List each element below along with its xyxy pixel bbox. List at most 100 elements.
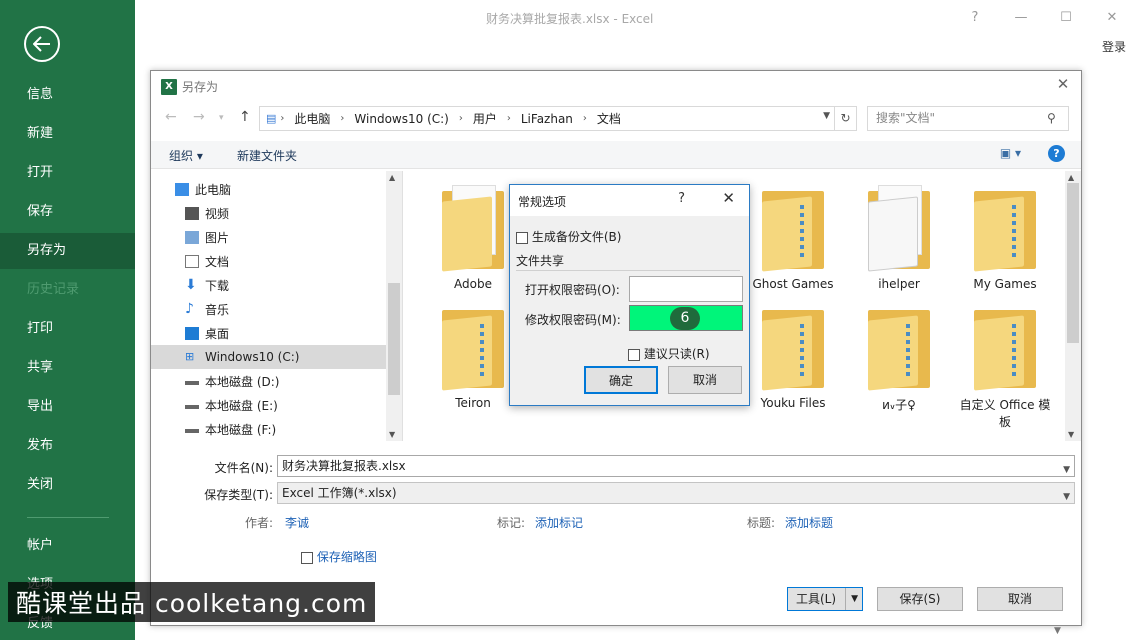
forward-icon[interactable]: → xyxy=(193,109,205,125)
backstage-item-publish[interactable]: 发布 xyxy=(0,428,135,464)
scroll-up-icon[interactable]: ▲ xyxy=(1068,173,1074,182)
backstage-item-new[interactable]: 新建 xyxy=(0,116,135,152)
chevron-down-icon[interactable]: ▼ xyxy=(1063,460,1070,480)
folder-item[interactable]: Youku Files xyxy=(745,304,841,432)
address-bar[interactable]: ▤ › 此电脑 › Windows10 (C:) › 用户 › LiFazhan… xyxy=(259,106,857,131)
nav-item-drive-e[interactable]: 本地磁盘 (E:) xyxy=(151,393,387,417)
nav-item-label: 本地磁盘 (F:) xyxy=(205,422,277,437)
nav-item-drive-c[interactable]: ⊞ Windows10 (C:) xyxy=(151,345,387,369)
nav-item-drive-f[interactable]: 本地磁盘 (F:) xyxy=(151,417,387,441)
folder-label: 自定义 Office 模板 xyxy=(959,398,1051,429)
close-icon[interactable]: ✕ xyxy=(722,189,735,207)
filetype-select[interactable]: Excel 工作簿(*.xlsx) ▼ xyxy=(277,482,1075,504)
open-password-input[interactable] xyxy=(629,276,743,302)
nav-item-pictures[interactable]: 图片 xyxy=(151,225,387,249)
refresh-icon[interactable]: ↻ xyxy=(834,107,856,130)
close-window-icon[interactable]: ✕ xyxy=(1101,6,1123,28)
scroll-down-icon[interactable]: ▼ xyxy=(1068,430,1074,439)
nav-item-this-pc[interactable]: 此电脑 xyxy=(151,177,387,201)
view-options-icon[interactable]: ▣ ▾ xyxy=(1000,146,1021,160)
nav-item-drive-d[interactable]: 本地磁盘 (D:) xyxy=(151,369,387,393)
back-arrow-icon[interactable] xyxy=(24,26,60,62)
scroll-up-icon[interactable]: ▲ xyxy=(389,173,395,182)
back-icon[interactable]: ← xyxy=(165,109,177,125)
filename-field[interactable]: 财务决算批复报表.xlsx ▼ xyxy=(277,455,1075,477)
ok-button[interactable]: 确定 xyxy=(584,366,658,394)
readonly-checkbox[interactable] xyxy=(628,348,640,361)
drive-icon xyxy=(185,425,199,433)
readonly-option[interactable]: 建议只读(R) xyxy=(628,345,710,362)
chevron-down-icon[interactable]: ▼ xyxy=(823,111,830,121)
close-icon[interactable]: ✕ xyxy=(1053,75,1073,95)
modify-password-input[interactable]: 6 xyxy=(629,305,743,331)
folder-item[interactable]: и៴子♀ xyxy=(851,304,947,432)
add-tags-link[interactable]: 添加标记 xyxy=(535,514,583,531)
help-icon[interactable]: ? xyxy=(1048,145,1065,162)
scroll-down-icon[interactable]: ▼ xyxy=(389,430,395,439)
breadcrumb-item[interactable]: Windows10 (C:) xyxy=(354,112,448,126)
backstage-item-save[interactable]: 保存 xyxy=(0,194,135,230)
computer-icon: ▤ xyxy=(266,112,277,125)
computer-icon xyxy=(175,182,189,196)
folder-label: Ghost Games xyxy=(752,277,834,291)
folder-item[interactable]: 自定义 Office 模板 xyxy=(957,304,1053,432)
signin-link[interactable]: 登录 xyxy=(1102,38,1126,55)
file-scroll-thumb[interactable] xyxy=(1067,183,1079,343)
cancel-button[interactable]: 取消 xyxy=(977,587,1063,611)
scroll-down-icon[interactable]: ▼ xyxy=(1054,626,1084,640)
readonly-label: 建议只读(R) xyxy=(643,347,710,361)
recent-dropdown-icon[interactable]: ▾ xyxy=(219,113,224,123)
backstage-item-info[interactable]: 信息 xyxy=(0,77,135,113)
backstage-item-account[interactable]: 帐户 xyxy=(0,528,135,564)
nav-item-downloads[interactable]: ⬇ 下载 xyxy=(151,273,387,297)
nav-scroll-thumb[interactable] xyxy=(388,283,400,395)
new-folder-button[interactable]: 新建文件夹 xyxy=(237,147,297,164)
breadcrumb-item[interactable]: LiFazhan xyxy=(521,112,573,126)
folder-item[interactable]: My Games xyxy=(957,185,1053,313)
chevron-down-icon[interactable]: ▼ xyxy=(845,588,858,610)
help-icon[interactable]: ? xyxy=(678,191,685,206)
help-icon[interactable]: ? xyxy=(964,6,986,28)
nav-item-music[interactable]: ♪ 音乐 xyxy=(151,297,387,321)
nav-scrollbar[interactable]: ▲ ▼ xyxy=(386,171,402,441)
nav-item-label: 视频 xyxy=(205,206,230,221)
author-value[interactable]: 李诚 xyxy=(285,514,309,531)
chevron-down-icon[interactable]: ▼ xyxy=(1063,487,1070,507)
nav-item-documents[interactable]: 文档 xyxy=(151,249,387,273)
search-icon[interactable]: ⚲ xyxy=(1047,111,1073,125)
save-thumbnail-checkbox[interactable] xyxy=(301,551,313,564)
tools-button[interactable]: 工具(L) ▼ xyxy=(787,587,863,611)
nav-item-videos[interactable]: 视频 xyxy=(151,201,387,225)
backup-option[interactable]: 生成备份文件(B) xyxy=(516,228,621,245)
general-options-title: 常规选项 xyxy=(518,195,567,209)
add-title-link[interactable]: 添加标题 xyxy=(785,514,833,531)
folder-label: ihelper xyxy=(878,277,920,291)
breadcrumb-item[interactable]: 此电脑 xyxy=(294,110,330,127)
backup-checkbox[interactable] xyxy=(516,231,528,244)
backstage-item-open[interactable]: 打开 xyxy=(0,155,135,191)
folder-item[interactable]: ihelper xyxy=(851,185,947,313)
video-icon xyxy=(185,206,199,220)
backstage-item-export[interactable]: 导出 xyxy=(0,389,135,425)
folder-item[interactable]: Ghost Games xyxy=(745,185,841,313)
folder-item[interactable]: Adobe xyxy=(425,185,521,313)
breadcrumb-item[interactable]: 文档 xyxy=(597,110,621,127)
cancel-button[interactable]: 取消 xyxy=(668,366,742,394)
backstage-item-print[interactable]: 打印 xyxy=(0,311,135,347)
folder-icon xyxy=(442,185,504,272)
backstage-item-saveas[interactable]: 另存为 xyxy=(0,233,135,269)
save-thumbnail-option[interactable]: 保存缩略图 xyxy=(301,548,377,565)
folder-icon xyxy=(762,304,824,391)
up-icon[interactable]: ↑ xyxy=(239,109,251,125)
minimize-icon[interactable]: — xyxy=(1010,6,1032,28)
save-button[interactable]: 保存(S) xyxy=(877,587,963,611)
breadcrumb-item[interactable]: 用户 xyxy=(473,110,497,127)
backstage-item-close[interactable]: 关闭 xyxy=(0,467,135,503)
search-input[interactable]: 搜索"文档" xyxy=(867,106,1069,131)
organize-button[interactable]: 组织 ▾ xyxy=(169,147,203,164)
folder-item[interactable]: Teiron xyxy=(425,304,521,432)
maximize-icon[interactable]: ☐ xyxy=(1055,6,1077,28)
nav-item-desktop[interactable]: 桌面 xyxy=(151,321,387,345)
file-scrollbar[interactable]: ▲ ▼ xyxy=(1065,171,1081,441)
backstage-item-share[interactable]: 共享 xyxy=(0,350,135,386)
